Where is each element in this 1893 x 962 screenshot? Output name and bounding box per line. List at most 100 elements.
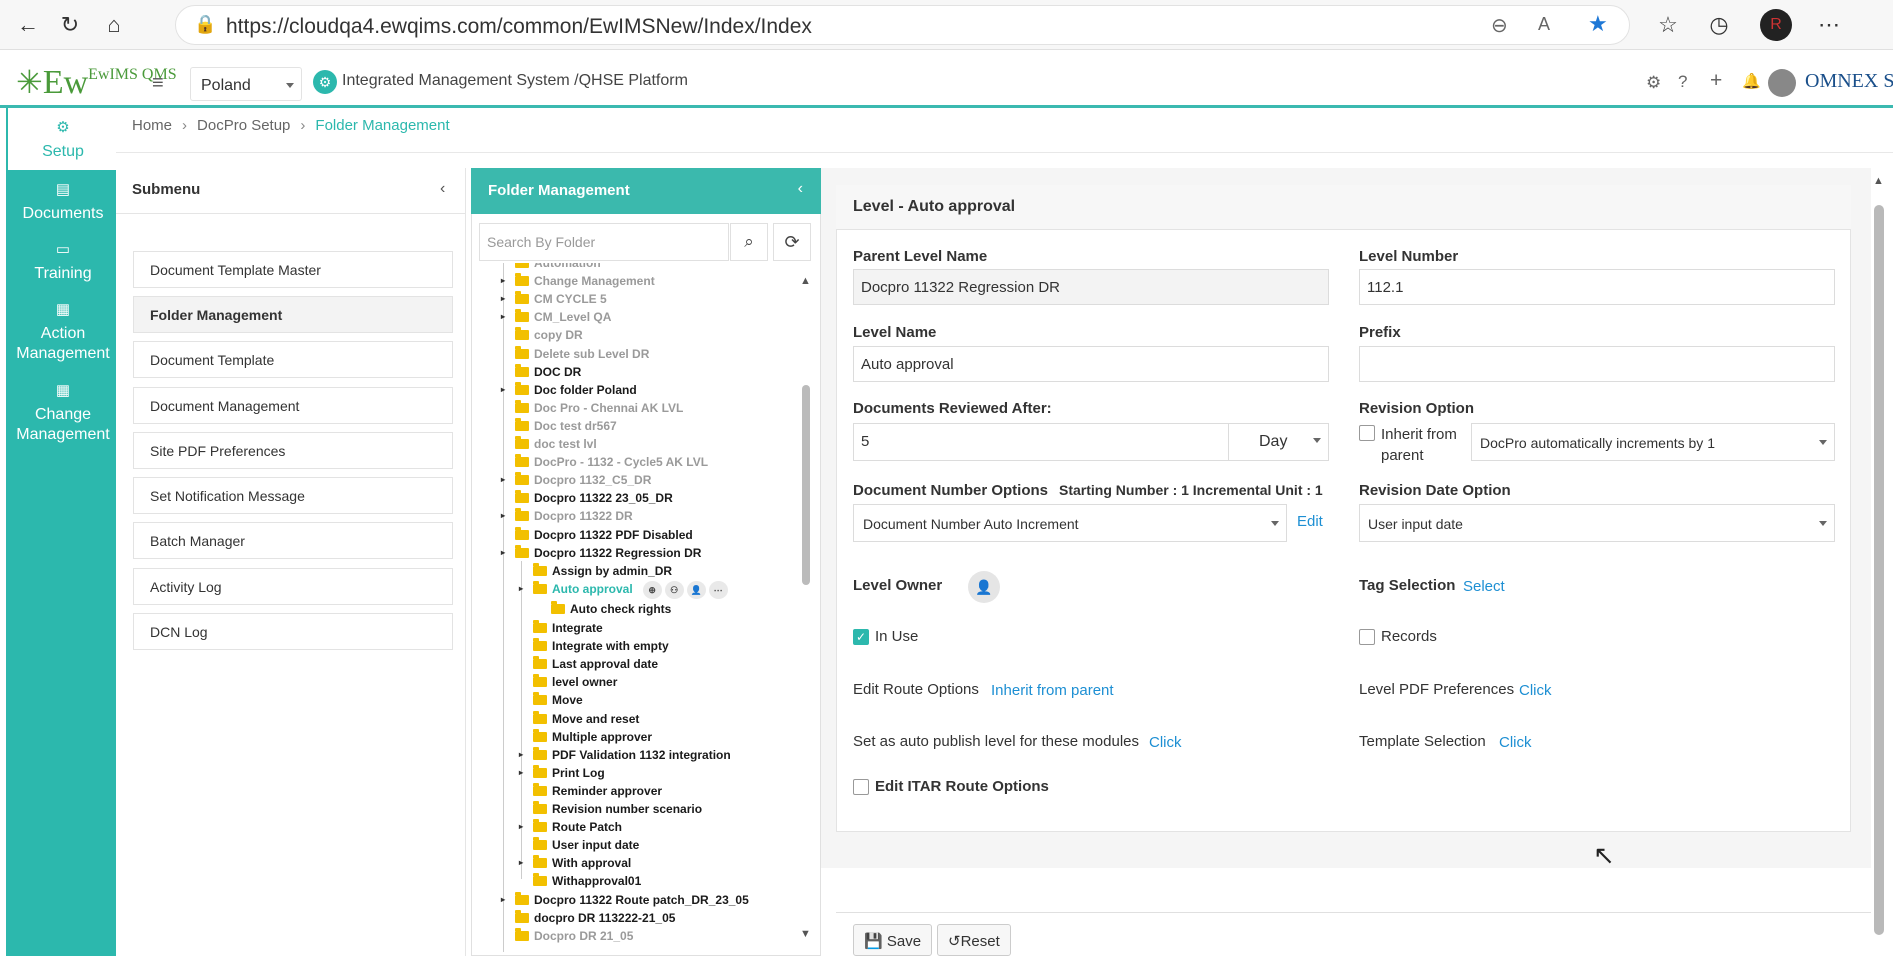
submenu-item[interactable]: Set Notification Message	[133, 477, 453, 514]
tree-node[interactable]: Automation	[515, 263, 601, 272]
tree-node[interactable]: User input date	[533, 836, 639, 854]
level-name-field[interactable]: Auto approval	[853, 346, 1329, 382]
tree-node[interactable]: Doc test dr567	[515, 417, 617, 435]
more-icon[interactable]: ⋯	[1815, 11, 1843, 39]
search-icon[interactable]: ⌕	[730, 223, 768, 261]
tree-node[interactable]: Reminder approver	[533, 782, 662, 800]
page-scroll-thumb[interactable]	[1874, 205, 1884, 935]
expand-icon[interactable]: ▸	[519, 746, 523, 764]
tree-node[interactable]: copy DR	[515, 326, 583, 344]
add-owner-icon[interactable]: 👤	[968, 571, 1000, 603]
level-number-field[interactable]: 112.1	[1359, 269, 1835, 305]
history-icon[interactable]: ◷	[1705, 11, 1733, 39]
template-selection-link[interactable]: Click	[1499, 734, 1532, 751]
expand-icon[interactable]: ▸	[519, 818, 523, 836]
tree-node[interactable]: DocPro - 1132 - Cycle5 AK LVL	[515, 453, 708, 471]
tree-node[interactable]: Auto check rights	[551, 600, 671, 618]
user-avatar[interactable]	[1768, 69, 1796, 97]
bell-icon[interactable]: 🔔	[1742, 72, 1761, 90]
nav-documents[interactable]: ▤ Documents	[8, 180, 118, 224]
tree-node[interactable]: Revision number scenario	[533, 800, 702, 818]
inherit-from-parent-checkbox[interactable]	[1359, 425, 1375, 441]
docs-reviewed-unit-select[interactable]: Day	[1228, 423, 1329, 461]
tree-node[interactable]: Integrate with empty	[533, 637, 669, 655]
reload-icon[interactable]: ↻	[56, 11, 84, 39]
folder-search-input[interactable]: Search By Folder	[479, 223, 729, 261]
nav-change-management[interactable]: ▦ Change Management	[8, 381, 118, 445]
docs-reviewed-field[interactable]: 5	[853, 423, 1229, 461]
collapse-icon[interactable]: ‹	[798, 180, 803, 198]
tree-node[interactable]: doc test lvl	[515, 435, 597, 453]
expand-icon[interactable]: ▸	[501, 381, 505, 399]
records-checkbox[interactable]	[1359, 629, 1375, 645]
submenu-item[interactable]: Batch Manager	[133, 522, 453, 559]
profile-avatar[interactable]: R	[1760, 9, 1792, 41]
collapse-icon[interactable]: ‹	[440, 180, 445, 198]
tree-node[interactable]: Move	[533, 691, 583, 709]
expand-icon[interactable]: ▸	[501, 290, 505, 308]
tree-node[interactable]: ▸ Change Management	[501, 272, 655, 290]
nav-setup[interactable]: ⚙ Setup	[8, 108, 118, 170]
hamburger-icon[interactable]: ≡	[152, 72, 164, 95]
tree-node[interactable]: DOC DR	[515, 363, 581, 381]
tree-node[interactable]: ▸ Docpro 1132_C5_DR	[501, 471, 651, 489]
tree-node-selected[interactable]: ▸ Auto approval ⊕ ⚇ 👤 ⋯	[519, 580, 728, 599]
tree-node[interactable]: Move and reset	[533, 710, 639, 728]
submenu-item-active[interactable]: Folder Management	[133, 296, 453, 333]
tree-scrollbar[interactable]: ▲ ▼	[800, 275, 812, 940]
level-pdf-prefs-link[interactable]: Click	[1519, 682, 1552, 699]
submenu-item[interactable]: Document Template Master	[133, 251, 453, 288]
expand-icon[interactable]: ▸	[501, 471, 505, 489]
tree-node[interactable]: ▸ With approval	[519, 854, 631, 872]
node-add-icon[interactable]: ⊕	[642, 580, 662, 599]
submenu-item[interactable]: Site PDF Preferences	[133, 432, 453, 469]
expand-icon[interactable]: ▸	[501, 507, 505, 525]
prefix-field[interactable]	[1359, 346, 1835, 382]
submenu-item[interactable]: Activity Log	[133, 568, 453, 605]
breadcrumb-home[interactable]: Home	[132, 117, 172, 134]
tree-node[interactable]: Doc Pro - Chennai AK LVL	[515, 399, 683, 417]
tree-node[interactable]: ▸ PDF Validation 1132 integration	[519, 746, 731, 764]
edit-doc-number-link[interactable]: Edit	[1297, 513, 1323, 530]
inherit-from-parent-link[interactable]: Inherit from parent	[991, 682, 1114, 699]
nav-training[interactable]: ▭ Training	[8, 240, 118, 284]
tag-select-link[interactable]: Select	[1463, 578, 1505, 595]
tree-node[interactable]: ▸ Docpro 11322 Route patch_DR_23_05	[501, 891, 749, 909]
expand-icon[interactable]: ▸	[501, 272, 505, 290]
tree-node[interactable]: Docpro 11322 23_05_DR	[515, 489, 673, 507]
expand-icon[interactable]: ▸	[501, 544, 505, 562]
tree-node[interactable]: ▸ Doc folder Poland	[501, 381, 637, 399]
tree-node[interactable]: Last approval date	[533, 655, 658, 673]
address-bar[interactable]: 🔒 https://cloudqa4.ewqims.com/common/EwI…	[175, 5, 1630, 45]
tree-node[interactable]: ▸ CM CYCLE 5	[501, 290, 607, 308]
breadcrumb-setup[interactable]: DocPro Setup	[197, 117, 290, 134]
country-select[interactable]: Poland	[190, 67, 302, 101]
tree-node[interactable]: Docpro 11322 PDF Disabled	[515, 526, 693, 544]
zoom-out-icon[interactable]: ⊖	[1491, 13, 1508, 38]
save-button[interactable]: 💾 Save	[853, 924, 933, 956]
favorite-star-icon[interactable]: ★	[1588, 11, 1608, 37]
read-aloud-icon[interactable]: A	[1538, 14, 1550, 35]
tree-node[interactable]: ▸ Route Patch	[519, 818, 622, 836]
tree-node[interactable]: ▸ Print Log	[519, 764, 605, 782]
tree-node[interactable]: ▸ Docpro 11322 Regression DR	[501, 544, 701, 562]
expand-icon[interactable]: ▸	[519, 580, 523, 598]
tree-node[interactable]: Assign by admin_DR	[533, 562, 672, 580]
node-user-icon[interactable]: 👤	[686, 580, 706, 599]
expand-icon[interactable]: ▸	[519, 854, 523, 872]
node-more-icon[interactable]: ⋯	[708, 580, 728, 599]
submenu-item[interactable]: Document Template	[133, 341, 453, 378]
tree-scroll-thumb[interactable]	[802, 385, 810, 585]
settings-icon[interactable]: ⚙	[1646, 73, 1661, 93]
expand-icon[interactable]: ▸	[519, 764, 523, 782]
tree-node[interactable]: level owner	[533, 673, 617, 691]
doc-number-option-select[interactable]: Document Number Auto Increment	[853, 504, 1287, 542]
revision-option-select[interactable]: DocPro automatically increments by 1	[1471, 423, 1835, 461]
submenu-item[interactable]: DCN Log	[133, 613, 453, 650]
revision-date-option-select[interactable]: User input date	[1359, 504, 1835, 542]
add-icon[interactable]: +	[1710, 69, 1722, 93]
tree-node[interactable]: Multiple approver	[533, 728, 652, 746]
tree-node[interactable]: Delete sub Level DR	[515, 345, 649, 363]
expand-icon[interactable]: ▸	[501, 891, 505, 909]
tree-node[interactable]: docpro DR 113222-21_05	[515, 909, 675, 927]
